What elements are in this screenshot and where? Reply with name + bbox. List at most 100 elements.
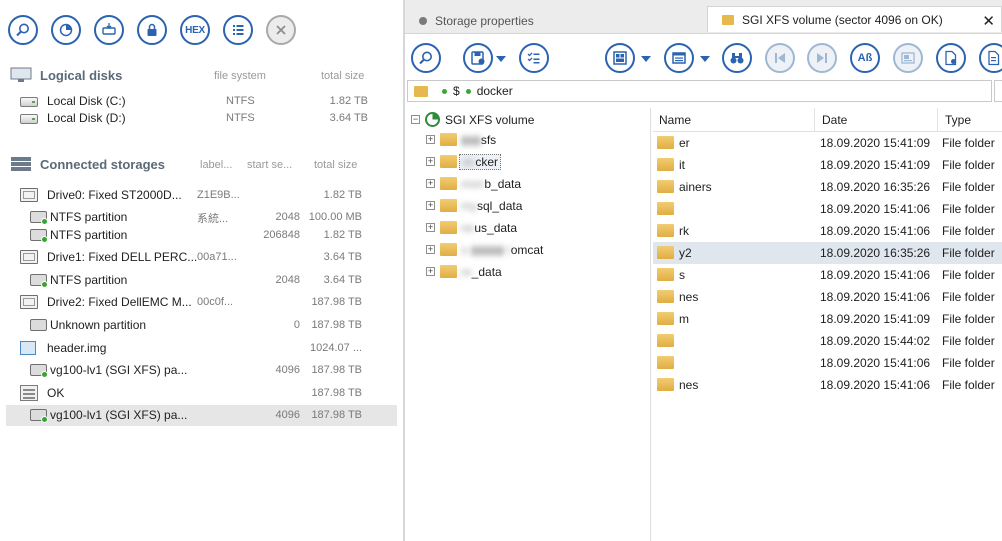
file-row[interactable]: rk 18.09.2020 15:41:06 File folder xyxy=(653,220,1002,242)
tree-node[interactable]: + neus_data xyxy=(405,218,645,238)
disk-stats-button[interactable] xyxy=(51,15,81,45)
storage-row-image[interactable]: header.img 1024.07 ... xyxy=(6,338,397,359)
storage-row-drive[interactable]: Drive0: Fixed ST2000D... Z1E9B... 1.82 T… xyxy=(6,185,397,206)
tab-sgi-xfs-volume[interactable]: SGI XFS volume (sector 4096 on OK) ✕ xyxy=(707,6,1002,32)
expand-icon[interactable]: + xyxy=(426,157,435,166)
tab-close-icon[interactable]: ✕ xyxy=(982,12,995,30)
expand-icon[interactable]: + xyxy=(426,245,435,254)
file-date: 18.09.2020 15:41:06 xyxy=(820,224,931,238)
column-date[interactable]: Date xyxy=(822,113,847,127)
search-button[interactable] xyxy=(8,15,38,45)
logical-disk-row[interactable]: Local Disk (D:) NTFS 3.64 TB xyxy=(6,108,397,129)
column-type[interactable]: Type xyxy=(945,113,971,127)
path-bar-dropdown[interactable] xyxy=(994,80,1002,102)
storage-size: 1024.07 ... xyxy=(310,342,362,354)
file-date: 18.09.2020 15:41:06 xyxy=(820,202,931,216)
file-row[interactable]: 18.09.2020 15:41:06 File folder xyxy=(653,198,1002,220)
chevron-down-icon[interactable] xyxy=(700,56,710,62)
chevron-down-icon[interactable] xyxy=(641,56,651,62)
partition-icon xyxy=(30,211,48,225)
storage-row-partition[interactable]: vg100-lv1 (SGI XFS) pa... 4096 187.98 TB xyxy=(6,360,397,381)
disk-image-button[interactable] xyxy=(94,15,124,45)
next-button[interactable] xyxy=(807,43,837,73)
tree-node-selected[interactable]: + docker xyxy=(405,152,645,172)
tree-node[interactable]: + monb_data xyxy=(405,174,645,194)
chevron-down-icon[interactable] xyxy=(496,56,506,62)
expand-icon[interactable]: + xyxy=(426,179,435,188)
layout-button[interactable] xyxy=(664,43,694,73)
save-files-button[interactable] xyxy=(463,43,493,73)
file-row[interactable]: s 18.09.2020 15:41:06 File folder xyxy=(653,264,1002,286)
tree-root-node[interactable]: − SGI XFS volume xyxy=(405,110,645,130)
storage-row-partition[interactable]: Unknown partition 0 187.98 TB xyxy=(6,315,397,336)
path-root[interactable]: $ xyxy=(453,84,460,98)
view-mode-button[interactable] xyxy=(605,43,635,73)
file-row[interactable]: ainers 18.09.2020 16:35:26 File folder xyxy=(653,176,1002,198)
file-row[interactable]: nes 18.09.2020 15:41:06 File folder xyxy=(653,286,1002,308)
file-row-selected[interactable]: y2 18.09.2020 16:35:26 File folder xyxy=(653,242,1002,264)
text-encoding-button[interactable]: Aß xyxy=(850,43,880,73)
file-date: 18.09.2020 16:35:26 xyxy=(820,246,931,260)
collapse-icon[interactable]: − xyxy=(411,115,420,124)
storage-row-drive[interactable]: Drive1: Fixed DELL PERC... 00a71... 3.64… xyxy=(6,247,397,268)
folder-icon xyxy=(657,136,674,149)
folder-icon xyxy=(657,158,674,171)
disk-image-file-icon xyxy=(20,341,36,355)
tree-node-label: re_data xyxy=(461,265,502,279)
list-button[interactable] xyxy=(223,15,253,45)
text-encoding-icon: Aß xyxy=(857,52,873,64)
file-row[interactable]: m 18.09.2020 15:41:09 File folder xyxy=(653,308,1002,330)
expand-icon[interactable]: + xyxy=(426,201,435,210)
column-name[interactable]: Name xyxy=(659,113,691,127)
expand-icon[interactable]: + xyxy=(426,223,435,232)
monitor-icon xyxy=(10,67,32,82)
tree-node[interactable]: + ▮▮▮sfs xyxy=(405,130,645,150)
explorer-pane: Storage properties SGI XFS volume (secto… xyxy=(405,0,1002,541)
file-row[interactable]: it 18.09.2020 15:41:09 File folder xyxy=(653,154,1002,176)
storage-row-volume[interactable]: OK 187.98 TB xyxy=(6,383,397,404)
column-divider[interactable] xyxy=(814,108,815,132)
hex-button[interactable]: HEX xyxy=(180,15,210,45)
column-divider[interactable] xyxy=(937,108,938,132)
tab-storage-properties[interactable]: Storage properties xyxy=(405,8,705,34)
tree-node-label-visible: omcat xyxy=(510,243,544,257)
folder-icon xyxy=(657,334,674,347)
path-bar[interactable]: $ docker xyxy=(407,80,992,102)
tree-node[interactable]: + mysql_data xyxy=(405,196,645,216)
file-name: ainers xyxy=(679,180,712,194)
path-current[interactable]: docker xyxy=(477,84,513,98)
close-button[interactable] xyxy=(266,15,296,45)
storage-row-partition-selected[interactable]: vg100-lv1 (SGI XFS) pa... 4096 187.98 TB xyxy=(6,405,397,426)
checklist-button[interactable] xyxy=(519,43,549,73)
file-row[interactable]: 18.09.2020 15:41:06 File folder xyxy=(653,352,1002,374)
file-mask-button[interactable] xyxy=(936,43,966,73)
lock-button[interactable] xyxy=(137,15,167,45)
storage-name: Drive0: Fixed ST2000D... xyxy=(47,188,182,202)
close-icon xyxy=(276,25,286,35)
previous-button[interactable] xyxy=(765,43,795,73)
expand-icon[interactable]: + xyxy=(426,135,435,144)
file-row[interactable]: 18.09.2020 15:44:02 File folder xyxy=(653,330,1002,352)
col-label: label... xyxy=(200,159,233,171)
redacted-text: do xyxy=(462,155,476,169)
tree-node[interactable]: + o ▮▮▮▮▮ tomcat xyxy=(405,240,645,260)
binoculars-button[interactable] xyxy=(722,43,752,73)
folder-icon xyxy=(657,290,674,303)
storage-row-partition[interactable]: NTFS partition 2048 3.64 TB xyxy=(6,270,397,291)
file-properties-button[interactable] xyxy=(979,43,1002,73)
next-icon xyxy=(817,53,827,63)
folder-icon xyxy=(440,177,457,190)
previous-icon xyxy=(775,53,785,63)
storage-row-drive[interactable]: Drive2: Fixed DellEMC M... 00c0f... 187.… xyxy=(6,292,397,313)
preview-button[interactable] xyxy=(893,43,923,73)
expand-icon[interactable]: + xyxy=(426,267,435,276)
file-type: File folder xyxy=(942,312,995,326)
storage-row-partition[interactable]: NTFS partition 206848 1.82 TB xyxy=(6,225,397,246)
file-row[interactable]: nes 18.09.2020 15:41:06 File folder xyxy=(653,374,1002,396)
folder-icon xyxy=(440,265,457,278)
find-button[interactable] xyxy=(411,43,441,73)
storage-name: header.img xyxy=(47,341,107,355)
storage-size: 187.98 TB xyxy=(311,296,362,308)
file-row[interactable]: er 18.09.2020 15:41:09 File folder xyxy=(653,132,1002,154)
tree-node[interactable]: + re_data xyxy=(405,262,645,282)
